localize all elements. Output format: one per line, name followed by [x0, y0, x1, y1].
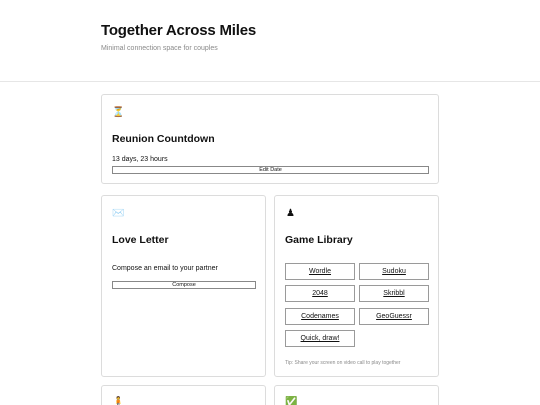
- countdown-card: ⏳ Reunion Countdown 13 days, 23 hours Ed…: [101, 94, 439, 184]
- envelope-icon: ✉️: [112, 208, 125, 219]
- bottom-right-card: ✅: [274, 385, 439, 405]
- game-tip: Tip: Share your screen on video call to …: [285, 360, 401, 366]
- person-icon: 🧍: [112, 397, 125, 405]
- hourglass-icon: ⏳: [112, 107, 125, 118]
- page-subtitle: Minimal connection space for couples: [101, 45, 218, 52]
- app-header: Together Across Miles Minimal connection…: [0, 0, 540, 82]
- game-2048-link[interactable]: 2048: [285, 285, 355, 302]
- checkmark-icon: ✅: [285, 397, 298, 405]
- compose-button[interactable]: Compose: [112, 281, 256, 289]
- game-sudoku-link[interactable]: Sudoku: [359, 263, 429, 280]
- game-library-card: ♟ Game Library Wordle Sudoku 2048 Skribb…: [274, 195, 439, 377]
- edit-date-button[interactable]: Edit Date: [112, 166, 429, 174]
- chess-pawn-icon: ♟: [286, 208, 295, 219]
- game-library-title: Game Library: [285, 234, 353, 246]
- countdown-title: Reunion Countdown: [112, 133, 215, 145]
- love-letter-title: Love Letter: [112, 234, 169, 246]
- bottom-left-card: 🧍: [101, 385, 266, 405]
- countdown-value: 13 days, 23 hours: [112, 156, 168, 163]
- page-title: Together Across Miles: [101, 22, 257, 39]
- game-quick-draw-link[interactable]: Quick, draw!: [285, 330, 355, 347]
- game-skribbl-link[interactable]: Skribbl: [359, 285, 429, 302]
- game-wordle-link[interactable]: Wordle: [285, 263, 355, 280]
- game-geoguessr-link[interactable]: GeoGuessr: [359, 308, 429, 325]
- love-letter-card: ✉️ Love Letter Compose an email to your …: [101, 195, 266, 377]
- game-codenames-link[interactable]: Codenames: [285, 308, 355, 325]
- love-letter-description: Compose an email to your partner: [112, 265, 218, 272]
